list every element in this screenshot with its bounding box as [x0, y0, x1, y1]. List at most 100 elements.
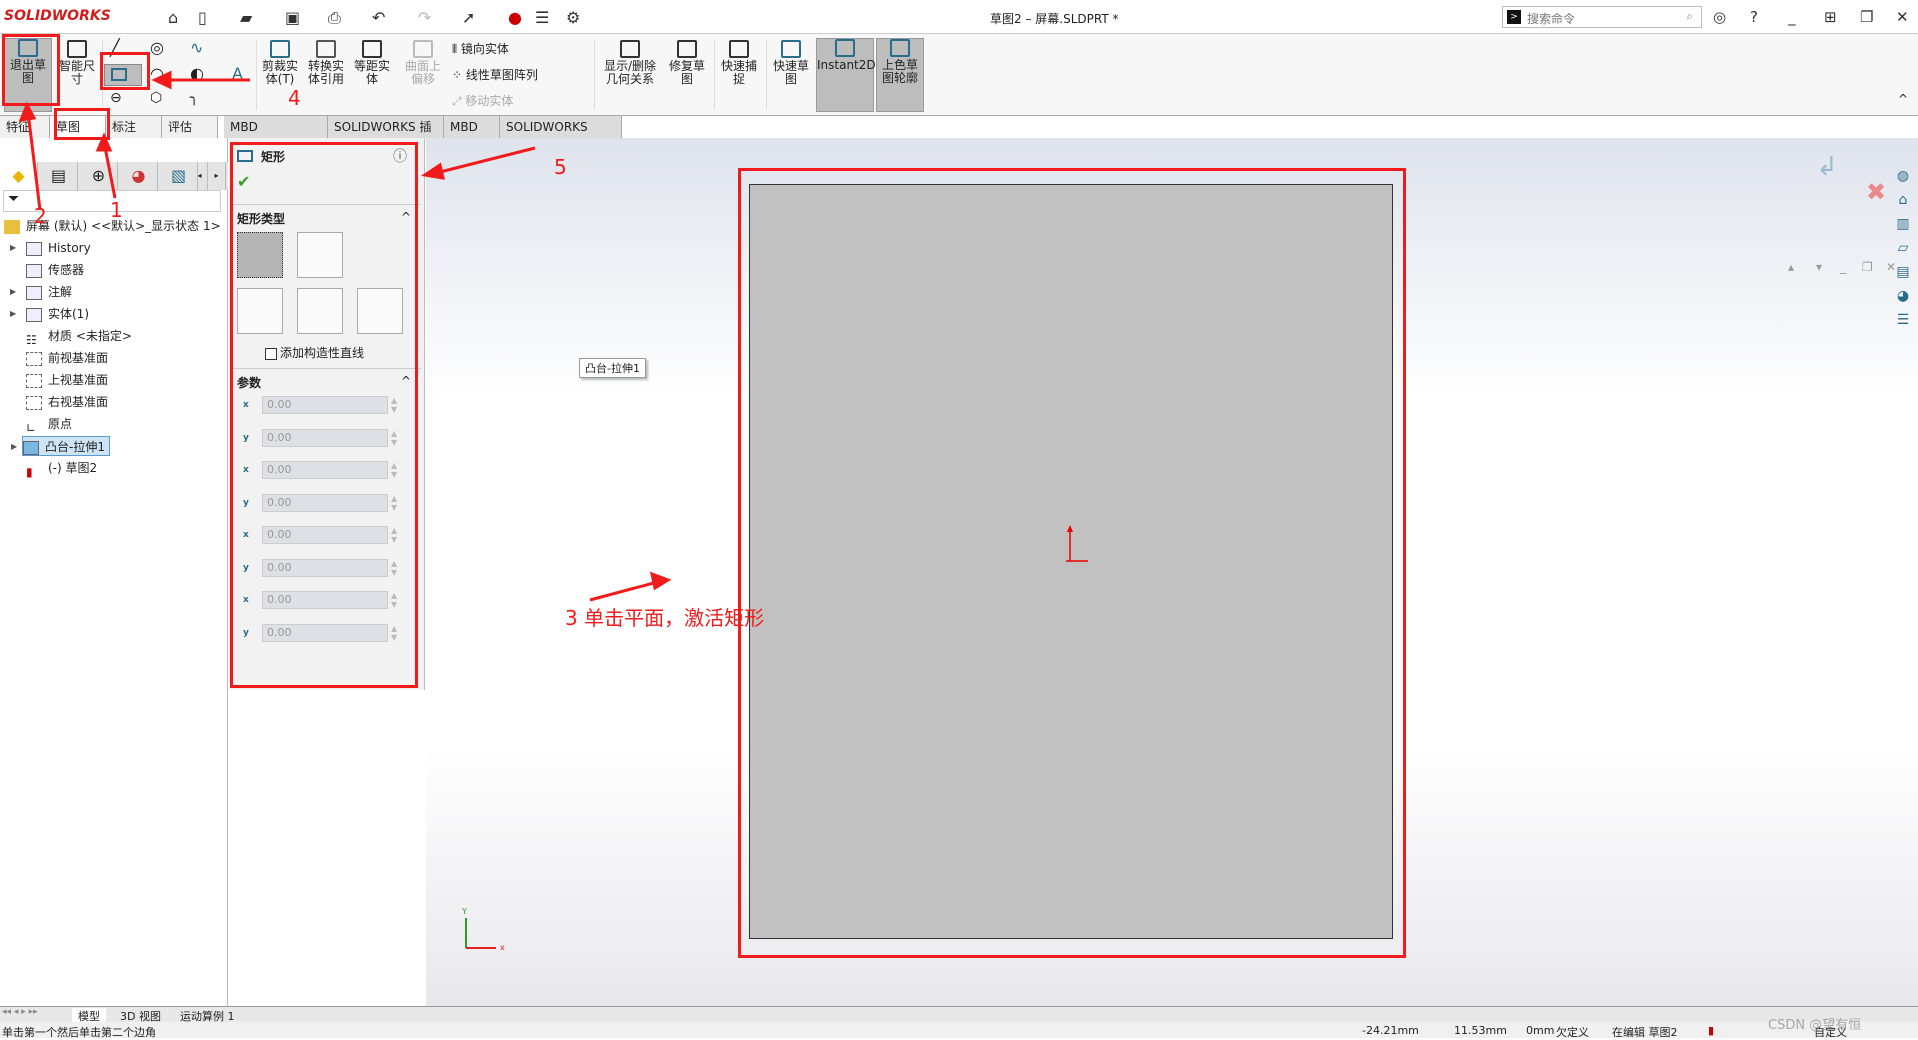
tree-item-sketch2[interactable]: ▮ (-) 草图2: [26, 458, 98, 479]
annotation-number-1: 1: [110, 198, 123, 222]
select-icon[interactable]: ➚: [462, 8, 475, 27]
expand-icon[interactable]: ▶: [10, 304, 16, 324]
label: 镜向实体: [460, 42, 509, 56]
expand-icon[interactable]: ▶: [10, 282, 16, 302]
tree-item-history[interactable]: ▶ History: [10, 238, 91, 258]
confirm-corner-icon[interactable]: ↲: [1816, 152, 1838, 182]
tree-item-boss-extrude[interactable]: ▶ 凸台-拉伸1: [11, 436, 110, 456]
smart-dimension-button[interactable]: 智能尺寸: [56, 40, 98, 86]
tree-item-front-plane[interactable]: 前视基准面: [26, 348, 108, 368]
shaded-sketch-button[interactable]: 上色草图轮廓: [876, 38, 924, 112]
redo-icon[interactable]: ↷: [418, 8, 431, 27]
collapse-ribbon-icon[interactable]: ^: [1898, 92, 1908, 106]
label: 凸台-拉伸1: [45, 440, 105, 454]
plane-icon: [26, 395, 42, 410]
mirror-button[interactable]: ⫴ 镜向实体: [452, 40, 509, 57]
status-y: 11.53mm: [1454, 1024, 1507, 1037]
tree-item-top-plane[interactable]: 上视基准面: [26, 370, 108, 390]
tab-nav-arrows[interactable]: ◂◂ ◂ ▸ ▸▸: [2, 1007, 38, 1017]
open-icon[interactable]: ▰: [240, 8, 252, 27]
fillet-tool-icon[interactable]: ◐: [190, 64, 204, 83]
tab-cam[interactable]: SOLIDWORKS CAM: [500, 116, 622, 156]
annotation-box-sketch-tab: [54, 108, 110, 140]
view-palette-icon[interactable]: ▤: [1892, 264, 1914, 286]
tab-mbd[interactable]: MBD: [444, 116, 500, 138]
slot-tool-icon[interactable]: ⊖: [110, 90, 122, 106]
viewport-minimize-icon[interactable]: ▴: [1788, 260, 1794, 274]
tab-mbd-dimensions[interactable]: MBD Dimensions: [224, 116, 328, 156]
property-tab-icon[interactable]: ▤: [40, 162, 78, 190]
title-bar: SOLIDWORKS ⌂ ▯ ▰ ▣ ⎙ ↶ ↷ ➚ ● ☰ ⚙ 草图2 – 屏…: [0, 0, 1918, 34]
save-icon[interactable]: ▣: [285, 8, 300, 27]
close-button[interactable]: ✕: [1896, 8, 1909, 26]
rebuild-icon[interactable]: ●: [508, 8, 522, 27]
repair-sketch-button[interactable]: 修复草图: [666, 40, 708, 86]
tree-item-sensors[interactable]: 传感器: [26, 260, 84, 280]
tab-annotate[interactable]: 标注: [106, 116, 162, 138]
label: (-) 草图2: [48, 461, 98, 475]
undo-icon[interactable]: ↶: [372, 8, 385, 27]
tree-item-origin[interactable]: ∟ 原点: [26, 414, 72, 435]
tree-item-solid-bodies[interactable]: ▶ 实体(1): [10, 304, 89, 324]
chamfer-tool-icon[interactable]: ╮: [190, 90, 198, 106]
file-explorer-icon[interactable]: ▱: [1892, 240, 1914, 262]
instant2d-button[interactable]: Instant2D: [816, 38, 876, 112]
new-file-icon[interactable]: ▯: [198, 8, 207, 27]
filter-icon: ⏷: [8, 191, 20, 207]
viewport-down-icon[interactable]: ▾: [1816, 260, 1822, 274]
tree-item-right-plane[interactable]: 右视基准面: [26, 392, 108, 412]
design-library-icon[interactable]: ▥: [1892, 216, 1914, 238]
viewport-min-icon[interactable]: _: [1840, 260, 1846, 274]
rapid-sketch-button[interactable]: 快速草图: [770, 40, 812, 86]
expand-icon[interactable]: ▶: [10, 238, 16, 258]
appearances-icon[interactable]: ◕: [1892, 288, 1914, 310]
file-properties-icon[interactable]: ☰: [535, 8, 549, 27]
help-icon[interactable]: ?: [1750, 8, 1758, 26]
print-icon[interactable]: ⎙: [328, 8, 341, 28]
viewport-restore-icon[interactable]: ❐: [1862, 260, 1873, 274]
tab-evaluate[interactable]: 评估: [162, 116, 218, 138]
linear-pattern-button[interactable]: ⁘ 线性草图阵列: [452, 66, 538, 83]
quick-snap-button[interactable]: 快速捕捉: [718, 40, 760, 86]
appearance-tab-icon[interactable]: ◕: [120, 162, 158, 190]
label: 上视基准面: [48, 373, 109, 387]
snap-icon: [729, 40, 749, 58]
tab-scroll-right[interactable]: ▸: [208, 162, 226, 190]
offset-button[interactable]: 等距实体: [352, 40, 392, 86]
surface-offset-button[interactable]: 曲面上偏移: [402, 40, 444, 86]
trim-button[interactable]: 剪裁实体(T): [260, 40, 300, 86]
resources-icon[interactable]: ◍: [1892, 168, 1914, 190]
minimize-button[interactable]: _: [1788, 8, 1796, 26]
arc-tool-icon[interactable]: ◠: [150, 64, 164, 83]
circle-tool-icon[interactable]: ◎: [150, 38, 164, 57]
tab-scroll-left[interactable]: ◂: [192, 162, 208, 190]
convert-entities-button[interactable]: 转换实体引用: [306, 40, 346, 86]
label: 实体(1): [48, 307, 89, 321]
text-tool-icon[interactable]: A: [232, 64, 243, 83]
spline-tool-icon[interactable]: ∿: [190, 38, 203, 57]
annotation-number-5: 5: [554, 155, 567, 179]
restore-button[interactable]: ❐: [1860, 8, 1873, 26]
search-command-input[interactable]: > 搜索命令 ⌕: [1502, 6, 1702, 28]
tab-addins[interactable]: SOLIDWORKS 插件: [328, 116, 444, 156]
polygon-tool-icon[interactable]: ⬡: [150, 90, 162, 106]
expand-icon[interactable]: ▶: [11, 437, 17, 457]
relations-button[interactable]: 显示/删除几何关系: [598, 40, 662, 86]
cancel-corner-icon[interactable]: ✖: [1866, 178, 1886, 206]
tile-button[interactable]: ⊞: [1824, 8, 1837, 26]
tree-item-annotations[interactable]: ▶ 注解: [10, 282, 72, 302]
user-icon[interactable]: ◎: [1713, 8, 1726, 26]
annotation-box-plane: [738, 168, 1406, 958]
tab-features[interactable]: 特征: [0, 116, 50, 138]
tree-item-material[interactable]: ☷ 材质 <未指定>: [26, 326, 132, 347]
rebuild-status-icon[interactable]: ▮: [1708, 1024, 1714, 1037]
config-tab-icon[interactable]: ⊕: [80, 162, 118, 190]
move-entities-button[interactable]: ⤢ 移动实体: [452, 92, 513, 109]
home-icon[interactable]: ⌂: [168, 8, 178, 27]
custom-properties-icon[interactable]: ☰: [1892, 312, 1914, 334]
feature-tree-tab-icon[interactable]: ◆: [0, 162, 38, 190]
home-icon[interactable]: ⌂: [1892, 192, 1914, 214]
axis-y-label: Y: [461, 907, 467, 916]
options-gear-icon[interactable]: ⚙: [566, 8, 580, 27]
status-x: -24.21mm: [1362, 1024, 1419, 1037]
